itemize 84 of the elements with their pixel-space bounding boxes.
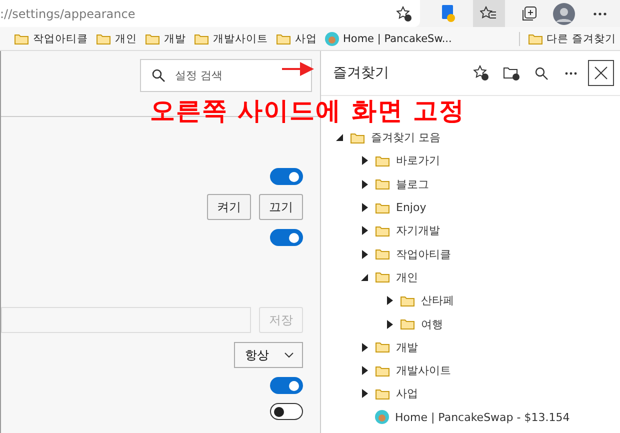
collapsed-caret-icon[interactable] [386,320,392,329]
collapsed-caret-icon[interactable] [362,180,368,189]
annotation-text: 오른쪽 사이드에 화면 고정 [150,97,466,125]
favorite-label: Home | PancakeSwap - $13.154 [395,410,570,424]
annotation-arrow [282,62,314,76]
collapsed-caret-icon[interactable] [362,203,368,212]
favorite-label: 개인 [396,270,418,285]
panel-title: 즐겨찾기 [333,64,390,82]
favorite-item[interactable]: 즐겨찾기 모음 [321,126,620,150]
folder-icon [375,364,390,377]
favorite-label: 여행 [421,316,443,332]
expanded-caret-icon[interactable] [361,274,368,281]
favorite-label: 바로가기 [396,153,440,168]
toggle-switch[interactable] [270,403,303,420]
favorite-label: 블로그 [396,176,429,192]
collapsed-caret-icon[interactable] [362,342,368,352]
folder-icon [375,388,390,400]
folder-icon [375,271,390,284]
collapsed-caret-icon[interactable] [362,250,368,259]
collapsed-caret-icon[interactable] [362,366,368,376]
folder-icon [14,32,29,44]
toggle-switch[interactable] [270,377,303,394]
collapsed-caret-icon[interactable] [362,156,368,166]
address-bar[interactable]: ://settings/appearance [0,0,420,27]
bookmark-item[interactable]: 개인 [96,32,137,46]
favorite-item[interactable]: 개발사이트 [321,358,620,382]
action-button[interactable]: 켜기 [207,194,251,220]
search-icon [152,69,165,82]
collapsed-caret-icon[interactable] [386,296,392,306]
bookmark-item[interactable]: Home | PancakeSw... [325,32,452,46]
favorite-label: 작업아티클 [396,246,451,262]
folder-icon [375,224,390,237]
folder-icon [194,32,209,44]
avatar-icon[interactable] [553,2,576,24]
folder-icon [375,154,390,167]
favorite-label: 개발 [396,340,418,355]
folder-icon [375,178,390,190]
favorite-item[interactable]: Home | PancakeSwap - $13.154 [321,406,620,429]
expanded-caret-icon[interactable] [336,134,343,142]
folder-icon [400,294,415,307]
folder-icon [145,32,160,44]
favorite-label: 산타페 [421,293,454,308]
collapsed-caret-icon[interactable] [362,226,368,236]
dropdown[interactable]: 항상 [234,342,303,368]
star-add-icon[interactable] [396,6,412,22]
favorite-item[interactable]: 개발 [321,336,620,359]
bookmark-item[interactable]: 개발 [145,32,186,46]
folder-icon [375,248,390,260]
folder-icon [375,341,390,354]
folder-icon [96,32,111,44]
folder-icon [400,318,415,330]
favorite-label: 사업 [396,386,418,402]
bookmark-item[interactable]: 작업아티클 [14,32,88,46]
favorite-label: Enjoy [396,201,426,214]
settings-search-field[interactable]: 설정 검색 [140,59,312,92]
collapsed-caret-icon[interactable] [362,389,368,398]
folder-icon [375,202,390,214]
favorite-item[interactable]: 산타페 [321,289,620,312]
favorite-item[interactable]: 자기개발 [321,219,620,242]
other-favorites-item[interactable]: 다른 즐겨찾기 [528,32,616,46]
favorite-item[interactable]: 작업아티클 [321,242,620,266]
favorite-item[interactable]: Enjoy [321,196,620,220]
favorite-item[interactable]: 바로가기 [321,149,620,173]
favorite-label: 즐겨찾기 모음 [371,130,440,146]
favorite-item[interactable]: 개인 [321,266,620,290]
chevron-down-icon [284,352,294,358]
favorite-item[interactable]: 사업 [321,382,620,406]
favorites-icon[interactable] [472,0,505,27]
favorite-item[interactable]: 여행 [321,312,620,336]
folder-icon [276,32,291,44]
favorite-label: 자기개발 [396,223,440,238]
text-field[interactable] [1,307,251,333]
bookmark-item[interactable]: 사업 [276,32,317,46]
close-button[interactable] [588,60,614,86]
toggle-switch[interactable] [270,229,303,246]
toggle-switch[interactable] [270,168,303,185]
url-text: ://settings/appearance [0,6,136,20]
action-button[interactable]: 끄기 [259,194,303,220]
close-icon[interactable] [594,66,608,80]
favorite-label: 개발사이트 [396,363,451,378]
folder-icon [528,32,543,44]
folder-icon [350,132,365,144]
favorite-item[interactable]: 블로그 [321,172,620,196]
bookmark-item[interactable]: 개발사이트 [194,32,268,46]
